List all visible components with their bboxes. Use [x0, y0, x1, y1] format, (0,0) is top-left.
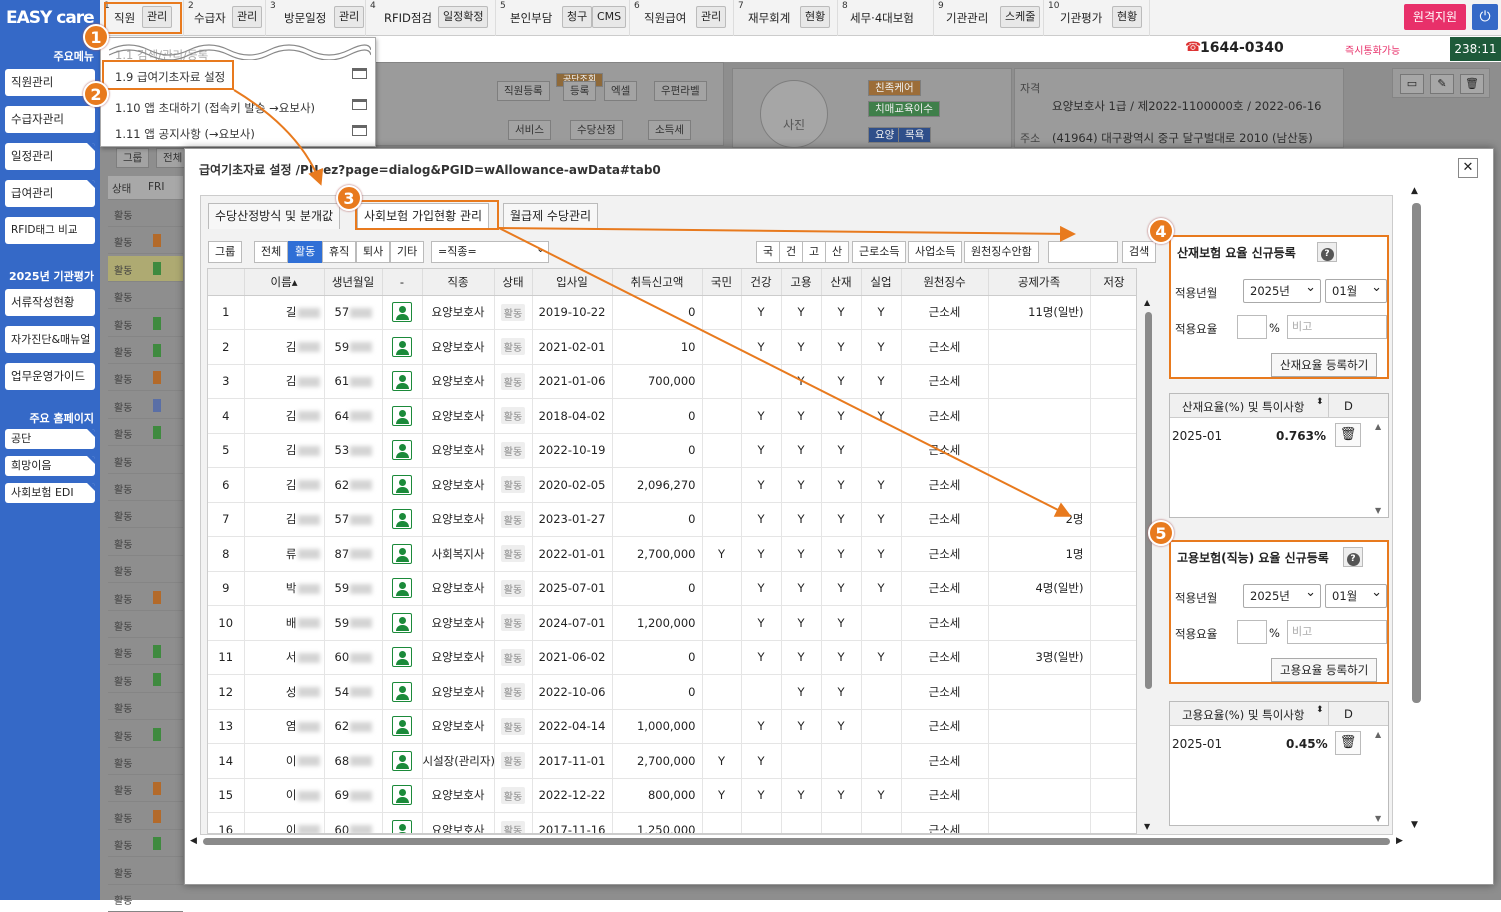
callout-5: 5 — [1148, 520, 1174, 546]
callout-1: 1 — [83, 24, 109, 50]
callout-4: 4 — [1148, 218, 1174, 244]
annotation-arrows — [233, 89, 1076, 517]
callout-3: 3 — [336, 185, 362, 211]
callout-2: 2 — [83, 81, 109, 107]
